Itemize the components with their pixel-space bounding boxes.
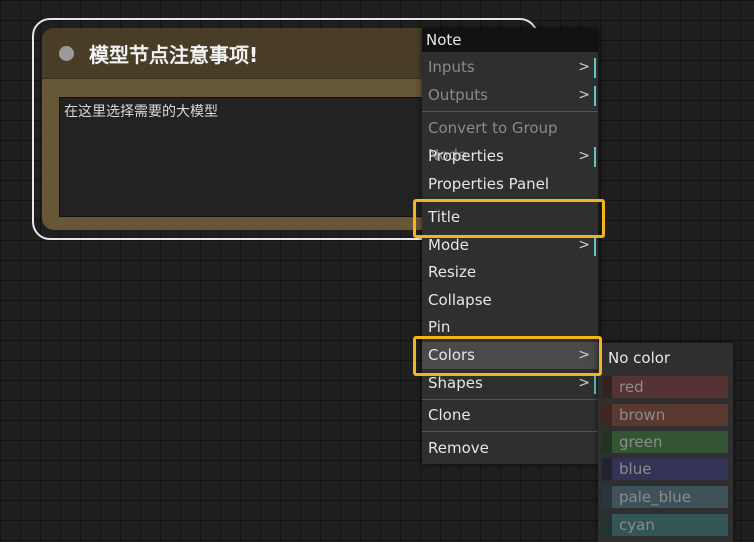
color-option-pale-blue[interactable]: pale_blue (602, 486, 728, 508)
menu-item-outputs[interactable]: Outputs > (422, 82, 598, 109)
menu-item-clone[interactable]: Clone (422, 402, 598, 429)
submenu-indicator (594, 147, 596, 167)
menu-item-properties[interactable]: Properties > (422, 143, 598, 170)
node-context-menu: Note Inputs > Outputs > Convert to Group… (422, 28, 598, 464)
color-option-brown[interactable]: brown (602, 404, 728, 426)
annotation-box-colors (413, 336, 602, 376)
node-title: 模型节点注意事项! (89, 42, 259, 67)
color-swatch-edge (602, 514, 612, 536)
menu-separator (422, 431, 598, 432)
colors-submenu: No color red brown green blue pale_blue … (598, 343, 733, 542)
menu-item-resize[interactable]: Resize (422, 259, 598, 286)
submenu-arrow-icon: > (578, 59, 590, 75)
annotation-box-title (413, 199, 605, 238)
color-option-cyan[interactable]: cyan (602, 514, 728, 536)
color-swatch-edge (602, 458, 612, 480)
menu-title: Note (422, 28, 598, 52)
color-option-no-color[interactable]: No color (608, 349, 670, 367)
menu-item-convert-to-group-node[interactable]: Convert to Group Node (422, 115, 598, 164)
submenu-indicator (594, 58, 596, 78)
color-option-green[interactable]: green (602, 431, 728, 453)
menu-item-properties-panel[interactable]: Properties Panel (422, 171, 598, 198)
submenu-indicator (594, 236, 596, 256)
color-option-blue[interactable]: blue (602, 458, 728, 480)
submenu-indicator (594, 86, 596, 106)
menu-item-collapse[interactable]: Collapse (422, 287, 598, 314)
submenu-indicator (594, 374, 596, 394)
color-swatch-edge (602, 431, 612, 453)
node-collapse-dot-icon[interactable] (59, 45, 74, 61)
color-swatch-edge (602, 404, 612, 426)
color-option-red[interactable]: red (602, 376, 728, 398)
submenu-arrow-icon: > (578, 148, 590, 164)
menu-item-inputs[interactable]: Inputs > (422, 54, 598, 81)
menu-separator (422, 111, 598, 112)
menu-separator (422, 399, 598, 400)
color-swatch-edge (602, 486, 612, 508)
menu-item-remove[interactable]: Remove (422, 435, 598, 462)
submenu-arrow-icon: > (578, 87, 590, 103)
color-swatch-edge (602, 376, 612, 398)
